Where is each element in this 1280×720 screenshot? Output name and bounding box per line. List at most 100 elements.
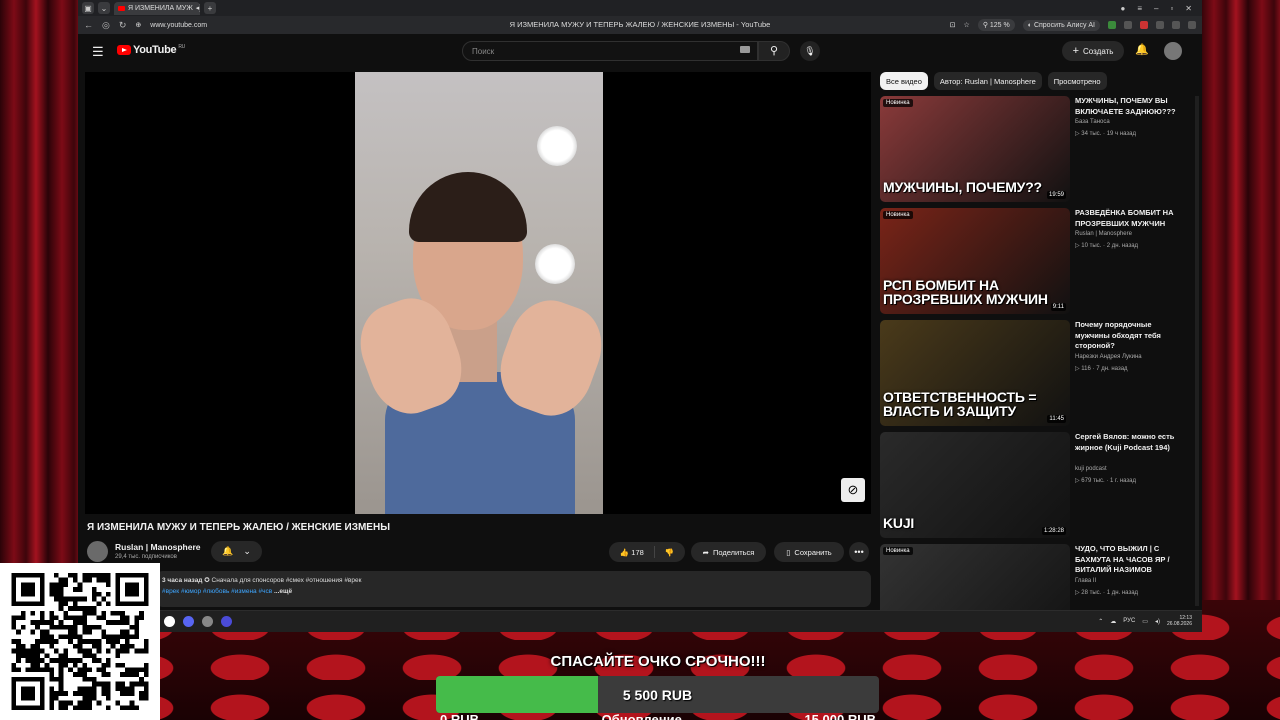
home-icon[interactable]: ◎ — [102, 20, 110, 31]
like-button[interactable]: 👍 178 — [620, 548, 644, 557]
yandex-browser-icon[interactable] — [164, 616, 175, 627]
recommendation-item[interactable]: Новинка РСП БОМБИТ НА ПРОЗРЕВШИХ МУЖЧИН 9:… — [880, 208, 1190, 314]
reader-icon[interactable]: ⊡ — [950, 21, 956, 29]
extension-icon[interactable] — [1108, 21, 1116, 29]
audio-icon[interactable]: ◂) — [196, 4, 200, 12]
recommendation-item[interactable]: ОТВЕТСТВЕННОСТЬ = ВЛАСТЬ И ЗАЩИТУ 11:45 По… — [880, 320, 1190, 426]
video-thumbnail[interactable]: ОТВЕТСТВЕННОСТЬ = ВЛАСТЬ И ЗАЩИТУ 11:45 — [880, 320, 1070, 426]
hashtags[interactable]: #врек #юмор #любовь #измена #чсв — [162, 588, 272, 595]
tab-list-icon[interactable]: ⌄ — [98, 2, 110, 14]
recommendation-channel[interactable]: Глава II — [1075, 578, 1096, 584]
chip-all[interactable]: Все видео — [880, 72, 928, 90]
thumbnail-text: РСП БОМБИТ НА ПРОЗРЕВШИХ МУЖЧИН — [883, 277, 1048, 307]
recommendation-title[interactable]: РАЗВЕДЁНКА БОМБИТ НА ПРОЗРЕВШИХ МУЖЧИН — [1075, 208, 1185, 229]
menu-icon[interactable]: ☰ — [92, 44, 104, 60]
share-button[interactable]: ➦ Поделиться — [691, 542, 766, 562]
site-info-icon[interactable]: ⊕ — [135, 21, 141, 29]
recommendation-channel[interactable]: Нарезки Андрея Лукина — [1075, 354, 1142, 360]
recommendation-title[interactable]: ЧУДО, ЧТО ВЫЖИЛ | С БАХМУТА НА ЧАСОВ ЯР … — [1075, 544, 1185, 576]
video-thumbnail[interactable]: Новинка МУЖЧИНЫ, ПОЧЕМУ?? 19:59 — [880, 96, 1070, 202]
thumbs-down-icon[interactable]: 👎 — [665, 548, 674, 557]
video-thumbnail[interactable]: KUJI 1:28:28 — [880, 432, 1070, 538]
recommendation-item[interactable]: KUJI 1:28:28 Сергей Вялов: можно есть жирн… — [880, 432, 1190, 538]
stream-overlay-background: ▣ ⌄ Я ИЗМЕНИЛА МУЖ ◂) ✕ + ● ≡ – ▫ ✕ ← ◎ … — [0, 0, 1280, 720]
hashtags-line[interactable]: #смех #отношения #врек — [286, 577, 362, 584]
new-tab-icon[interactable]: + — [204, 2, 216, 14]
scrollbar[interactable] — [1195, 96, 1199, 606]
notifications-icon[interactable]: 🔔 — [1135, 43, 1149, 56]
save-button[interactable]: ▯ Сохранить — [774, 542, 844, 562]
create-label: Создать — [1083, 46, 1114, 56]
alice-button[interactable]: ◐ Спросить Алису AI — [1022, 19, 1100, 31]
zoom-icon: ⚲ — [982, 22, 990, 29]
alice-label: Спросить Алису AI — [1033, 21, 1095, 29]
app-icon[interactable] — [221, 616, 232, 627]
extension-icon[interactable] — [1140, 21, 1148, 29]
no-watermark-icon[interactable]: ⊘ — [841, 478, 865, 502]
search-input[interactable]: Поиск — [462, 41, 758, 61]
cloud-icon[interactable]: ☁ — [1110, 618, 1116, 625]
recommendation-title[interactable]: Почему порядочные мужчины обходят тебя с… — [1075, 320, 1185, 352]
subscription-bell-button[interactable]: 🔔 ⌄ — [211, 541, 262, 562]
create-button[interactable]: + Создать — [1062, 41, 1124, 61]
recommendation-title[interactable]: МУЖЧИНЫ, ПОЧЕМУ ВЫ ВКЛЮЧАЕТЕ ЗАДНЮЮ??? — [1075, 96, 1185, 117]
channel-avatar[interactable] — [87, 541, 108, 562]
more-actions-button[interactable]: ••• — [849, 542, 869, 562]
workspace-icon[interactable]: ▣ — [82, 2, 94, 14]
profile-icon[interactable]: ● — [1120, 4, 1125, 13]
zoom-indicator[interactable]: ⚲ 125 % — [977, 19, 1015, 31]
mic-icon[interactable]: 🎙 — [800, 41, 820, 61]
taskbar: ⌃ ☁ РУС ▭ ◂) 12:13 26.08.2026 — [78, 610, 1202, 632]
keyboard-icon[interactable] — [740, 46, 750, 53]
tab-youtube[interactable]: Я ИЗМЕНИЛА МУЖ ◂) ✕ — [114, 1, 200, 15]
view-count: 34 тыс. — [1081, 131, 1102, 137]
recommendation-channel[interactable]: Ruslan | Manosphere — [1075, 231, 1132, 237]
monitor-icon[interactable]: ▭ — [1142, 618, 1148, 625]
qr-code-image — [11, 573, 149, 710]
person-hair — [409, 172, 527, 242]
recommendation-channel[interactable]: База Таноса — [1075, 119, 1110, 125]
avatar[interactable] — [1164, 42, 1182, 60]
youtube-logo[interactable]: YouTube RU — [117, 44, 185, 56]
close-window-icon[interactable]: ✕ — [1185, 4, 1192, 13]
back-icon[interactable]: ← — [84, 20, 93, 30]
recommendation-item[interactable]: Новинка МУЖЧИНЫ, ПОЧЕМУ?? 19:59 МУЖЧИНЫ, ПО… — [880, 96, 1190, 202]
description-box[interactable]: 3 часа назад ✪ Сначала для спонсоров #см… — [156, 571, 871, 607]
save-label: Сохранить — [794, 547, 832, 557]
maximize-icon[interactable]: ▫ — [1170, 4, 1173, 13]
reload-icon[interactable]: ↻ — [119, 20, 127, 31]
view-count: 28 тыс. — [1081, 589, 1102, 596]
channel-name[interactable]: Ruslan | Manosphere — [115, 542, 201, 552]
show-more-link[interactable]: ...ещё — [274, 588, 292, 595]
recommendation-channel[interactable]: kuji podcast — [1075, 466, 1107, 472]
extension-icon[interactable] — [1172, 21, 1180, 29]
volume-icon[interactable]: ◂) — [1155, 618, 1160, 625]
donation-min: 0 RUB — [440, 712, 480, 720]
search-button[interactable]: ⚲ — [758, 41, 790, 61]
chip-author[interactable]: Автор: Ruslan | Manosphere — [933, 72, 1042, 90]
language-indicator[interactable]: РУС — [1123, 618, 1135, 624]
download-icon[interactable] — [1188, 21, 1196, 29]
video-thumbnail[interactable]: Новинка РСП БОМБИТ НА ПРОЗРЕВШИХ МУЖЧИН 9:… — [880, 208, 1070, 314]
video-player[interactable]: ⊘ — [85, 72, 871, 514]
clock[interactable]: 12:13 26.08.2026 — [1167, 615, 1192, 627]
obs-icon[interactable] — [202, 616, 213, 627]
new-badge: Новинка — [883, 99, 913, 107]
recommendation-title[interactable]: Сергей Вялов: можно есть жирное (Kuji Po… — [1075, 432, 1185, 453]
bookmarks-icon[interactable]: ≡ — [1137, 4, 1142, 13]
thumbnail-text: KUJI — [883, 515, 915, 531]
extension-icon[interactable] — [1156, 21, 1164, 29]
chip-watched[interactable]: Просмотрено — [1047, 72, 1107, 90]
upload-age: 1 дн. назад — [1106, 589, 1139, 596]
tray-arrow-icon[interactable]: ⌃ — [1098, 618, 1103, 625]
discord-icon[interactable] — [183, 616, 194, 627]
url-field[interactable]: www.youtube.com — [150, 22, 207, 29]
thumbnail-text: МУЖЧИНЫ, ПОЧЕМУ?? — [883, 179, 1042, 195]
posted-time: 3 часа назад — [162, 577, 203, 584]
minimize-icon[interactable]: – — [1154, 4, 1158, 13]
youtube-header: ☰ YouTube RU Поиск ⚲ 🎙 + Создать 🔔 — [78, 34, 1202, 66]
upload-age: 19 ч назад — [1106, 131, 1137, 137]
bookmark-star-icon[interactable]: ☆ — [964, 21, 970, 29]
mirror-light — [537, 126, 577, 166]
extension-icon[interactable] — [1124, 21, 1132, 29]
